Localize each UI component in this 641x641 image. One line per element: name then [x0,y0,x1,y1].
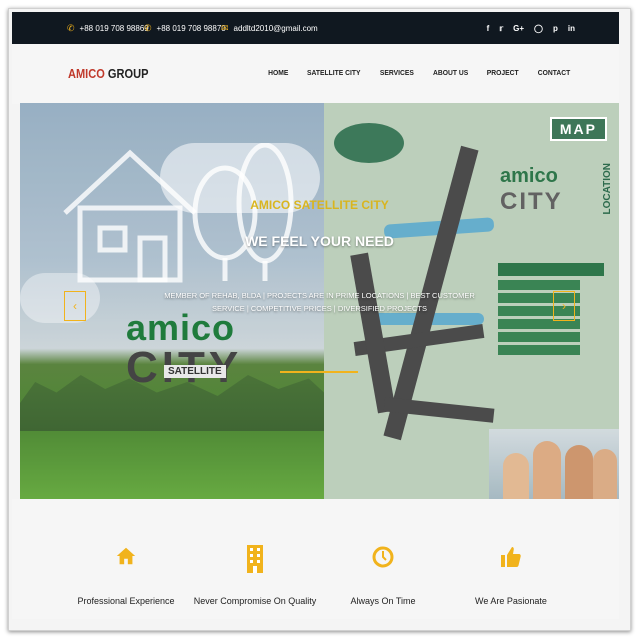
amico-city-brand: amico CITY SATELLITE [126,307,242,393]
envelope-icon: ✉ [221,23,229,33]
feature-label: We Are Pasionate [475,596,547,606]
hero-description: MEMBER OF REHAB, BLDA | PROJECTS ARE IN … [164,291,475,313]
social-links: f 𝕣 G+ ◯ p in [487,12,575,44]
feature-label: Professional Experience [77,596,175,606]
hero-underline [280,371,358,373]
feature-label: Never Compromise On Quality [193,596,317,606]
home-icon [56,545,196,572]
phone-icon: ✆ [144,23,152,33]
site-header: AMICO GROUP HOME SATELLITE CITY SERVICES… [12,44,619,104]
building-icon [185,545,325,578]
slider-prev-button[interactable]: ‹ [64,291,86,321]
phone-2-text: +88 019 708 98870 [156,24,226,33]
nav-home[interactable]: HOME [268,68,288,77]
nav-project[interactable]: PROJECT [487,68,519,77]
thumbs-up-icon [441,545,581,574]
hero-title: AMICO SATELLITE CITY [250,198,389,212]
phone-icon: ✆ [67,23,75,33]
instagram-icon[interactable]: ◯ [534,24,543,33]
clock-icon [313,545,453,574]
site-logo[interactable]: AMICO GROUP [68,66,148,81]
nav-contact[interactable]: CONTACT [538,68,570,77]
phone-2[interactable]: ✆ +88 019 708 98870 [144,12,226,44]
email-link[interactable]: ✉ addltd2010@gmail.com [221,12,318,44]
nav-about-us[interactable]: ABOUT US [433,68,468,77]
twitter-icon[interactable]: 𝕣 [499,24,503,33]
logo-part-1: AMICO [68,66,105,81]
house-outline-icon [63,143,294,283]
pinterest-icon[interactable]: p [553,24,558,33]
email-text: addltd2010@gmail.com [233,24,318,33]
main-nav: HOME SATELLITE CITY SERVICES ABOUT US PR… [267,68,572,77]
top-contact-bar: ✆ +88 019 708 98869 ✆ +88 019 708 98870 ✉ a… [12,12,619,44]
facebook-icon[interactable]: f [487,24,490,33]
brand-word-3: SATELLITE [164,365,226,378]
phone-1-text: +88 019 708 98869 [79,24,149,33]
nav-satellite-city[interactable]: SATELLITE CITY [307,68,361,77]
linkedin-icon[interactable]: in [568,24,575,33]
phone-1[interactable]: ✆ +88 019 708 98869 [67,12,149,44]
hero-slider: MAP LOCATION amico CITY amico SATELLITE … [20,103,619,499]
logo-part-2: GROUP [107,66,149,81]
hero-subtitle: WE FEEL YOUR NEED [245,233,394,249]
google-plus-icon[interactable]: G+ [513,24,524,33]
feature-label: Always On Time [350,596,416,606]
slider-next-button[interactable]: › [553,291,575,321]
features-section: Professional Experience Never Compromise… [12,499,619,619]
nav-services[interactable]: SERVICES [380,68,414,77]
